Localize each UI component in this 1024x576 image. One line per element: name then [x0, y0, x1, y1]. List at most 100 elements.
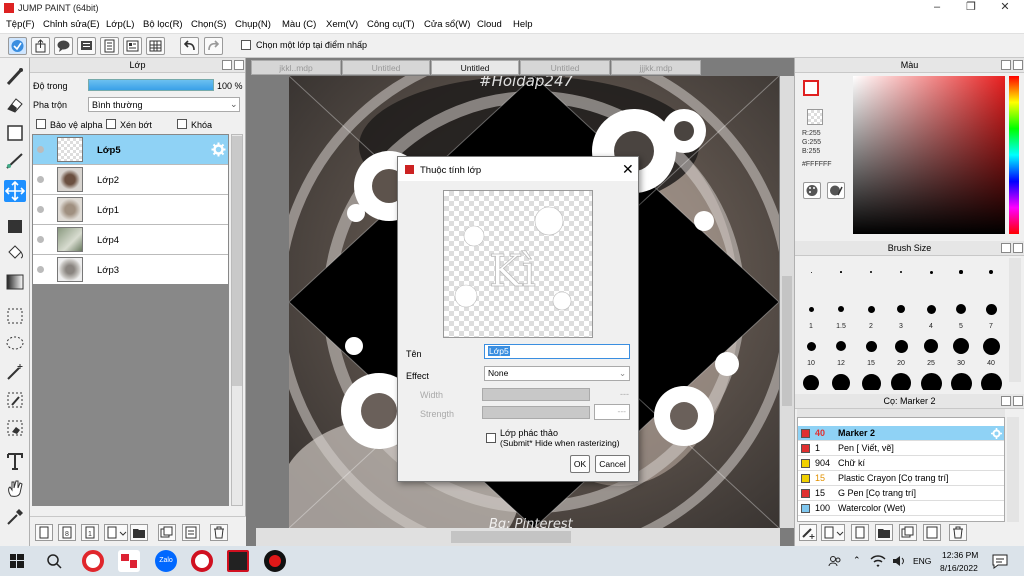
notification-icon[interactable]	[992, 554, 1008, 569]
canvas-horizontal-scroll-thumb[interactable]	[451, 531, 571, 543]
canvas-vertical-scroll-thumb[interactable]	[782, 276, 792, 406]
opera-gx-icon[interactable]	[191, 550, 213, 572]
brush-size-option[interactable]	[976, 260, 1006, 296]
brush-size-option[interactable]: 7	[976, 297, 1006, 333]
lasso-tool[interactable]	[4, 333, 26, 355]
menu-layer[interactable]: Lớp(L)	[106, 19, 134, 30]
rectangle-tool[interactable]	[4, 122, 26, 144]
lock-checkbox[interactable]	[177, 119, 187, 129]
minimize-button[interactable]: –	[920, 0, 954, 16]
brush-add-button[interactable]	[799, 524, 817, 541]
clock-time[interactable]: 12:36 PM	[942, 550, 978, 560]
menu-help[interactable]: Help	[513, 19, 533, 30]
dialog-close-icon[interactable]: ✕	[622, 161, 634, 178]
zalo-icon[interactable]: Zalo	[155, 550, 177, 572]
select-pen-tool[interactable]	[4, 389, 26, 411]
doc-tab-active[interactable]: Untitled	[431, 60, 519, 75]
rect-select-tool[interactable]	[4, 305, 26, 327]
eyedropper-tool[interactable]	[4, 506, 26, 528]
brush-size-option[interactable]: 2	[856, 297, 886, 333]
brush-size-option[interactable]: 3	[886, 297, 916, 333]
move-tool[interactable]	[4, 180, 26, 202]
brush-delete-button[interactable]	[949, 524, 967, 541]
brush-list-item[interactable]: 1 Pen [ Viết, vẽ]	[798, 441, 1004, 456]
brush-size-option[interactable]: 15	[856, 334, 886, 370]
doc-tab[interactable]: Untitled	[342, 60, 430, 75]
language-indicator[interactable]: ENG	[913, 556, 931, 566]
brush-copy-button[interactable]	[923, 524, 941, 541]
brush-size-scrollbar[interactable]	[1009, 258, 1021, 382]
export-button[interactable]	[31, 37, 50, 55]
brush-size-option[interactable]	[826, 260, 856, 296]
brush-size-option[interactable]: 20	[886, 334, 916, 370]
text-tool[interactable]	[4, 450, 26, 472]
new-layer-8bit-button[interactable]: 8	[58, 524, 76, 541]
menu-file[interactable]: Tệp(F)	[6, 19, 35, 30]
canvas-horizontal-scrollbar[interactable]	[256, 528, 780, 546]
brush-list-item[interactable]: 15 Plastic Crayon [Cọ trang trí]	[798, 471, 1004, 486]
gear-icon[interactable]	[211, 142, 226, 157]
fill-rect-tool[interactable]	[4, 215, 26, 237]
close-button[interactable]: ✕	[988, 0, 1022, 16]
line-tool[interactable]	[4, 150, 26, 172]
clipping-checkbox[interactable]	[106, 119, 116, 129]
brush-page-button[interactable]	[851, 524, 869, 541]
layer-name-input[interactable]: Lớp5	[484, 344, 630, 359]
brush-duplicate-button[interactable]	[899, 524, 917, 541]
windows-start-icon[interactable]	[10, 554, 24, 568]
canvas-vertical-scrollbar[interactable]	[780, 76, 794, 528]
panel-float-icon[interactable]	[1001, 243, 1011, 253]
comment-button[interactable]	[77, 37, 96, 55]
menu-capture[interactable]: Chụp(N)	[235, 19, 271, 30]
brush-list-scrollbar[interactable]	[1007, 417, 1019, 522]
transparent-color-swatch[interactable]	[807, 109, 823, 125]
foreground-color-swatch[interactable]	[803, 80, 819, 96]
undo-button[interactable]	[180, 37, 199, 55]
visibility-toggle[interactable]	[37, 176, 44, 183]
draft-layer-checkbox[interactable]	[486, 433, 496, 443]
menu-view[interactable]: Xem(V)	[326, 19, 358, 30]
brush-menu-button[interactable]	[821, 524, 845, 541]
search-icon[interactable]	[46, 553, 62, 569]
grid-settings-button[interactable]	[146, 37, 165, 55]
panel-float-icon[interactable]	[1001, 60, 1011, 70]
brush-size-option[interactable]	[916, 260, 946, 296]
brush-size-option[interactable]: 200	[916, 371, 946, 390]
redo-button[interactable]	[204, 37, 223, 55]
hand-tool[interactable]	[4, 478, 26, 500]
brush-size-option[interactable]: 40	[976, 334, 1006, 370]
menu-filter[interactable]: Bộ lọc(R)	[143, 19, 183, 30]
brush-tool[interactable]	[4, 66, 26, 88]
speech-bubble-button[interactable]	[54, 37, 73, 55]
magic-wand-tool[interactable]	[4, 361, 26, 383]
menu-color[interactable]: Màu (C)	[282, 19, 316, 30]
brush-size-option[interactable]: 100	[856, 371, 886, 390]
menu-window[interactable]: Cửa sổ(W)	[424, 19, 470, 30]
cloud-sync-button[interactable]	[8, 37, 27, 55]
brush-size-option[interactable]: 30	[946, 334, 976, 370]
visibility-toggle[interactable]	[37, 146, 44, 153]
new-layer-1bit-button[interactable]: 1	[81, 524, 99, 541]
opera-icon[interactable]	[82, 550, 104, 572]
delete-layer-button[interactable]	[210, 524, 228, 541]
select-eraser-tool[interactable]	[4, 417, 26, 439]
brush-size-option[interactable]	[886, 260, 916, 296]
doc-tab[interactable]: jjjkk.mdp	[611, 60, 701, 75]
protect-alpha-checkbox[interactable]	[36, 119, 46, 129]
bucket-tool[interactable]	[4, 243, 26, 265]
layer-row[interactable]: Lớp5	[33, 135, 228, 165]
color-picker-area[interactable]	[853, 76, 1005, 234]
maximize-button[interactable]: ❐	[954, 0, 988, 16]
brush-size-option[interactable]: 12	[826, 334, 856, 370]
doc-tab[interactable]: jkkl..mdp	[251, 60, 341, 75]
gear-icon[interactable]	[991, 428, 1002, 439]
hue-slider[interactable]	[1009, 76, 1019, 234]
brush-list-item[interactable]: 15 G Pen [Cọ trang trí]	[798, 486, 1004, 501]
brush-size-option[interactable]: 1	[796, 297, 826, 333]
layer-row[interactable]: Lớp4	[33, 225, 228, 255]
brush-size-option[interactable]: 150	[886, 371, 916, 390]
duplicate-layer-button[interactable]	[158, 524, 176, 541]
panel-close-icon[interactable]	[1013, 60, 1023, 70]
merge-layer-button[interactable]	[182, 524, 200, 541]
brush-size-option[interactable]: 4	[916, 297, 946, 333]
